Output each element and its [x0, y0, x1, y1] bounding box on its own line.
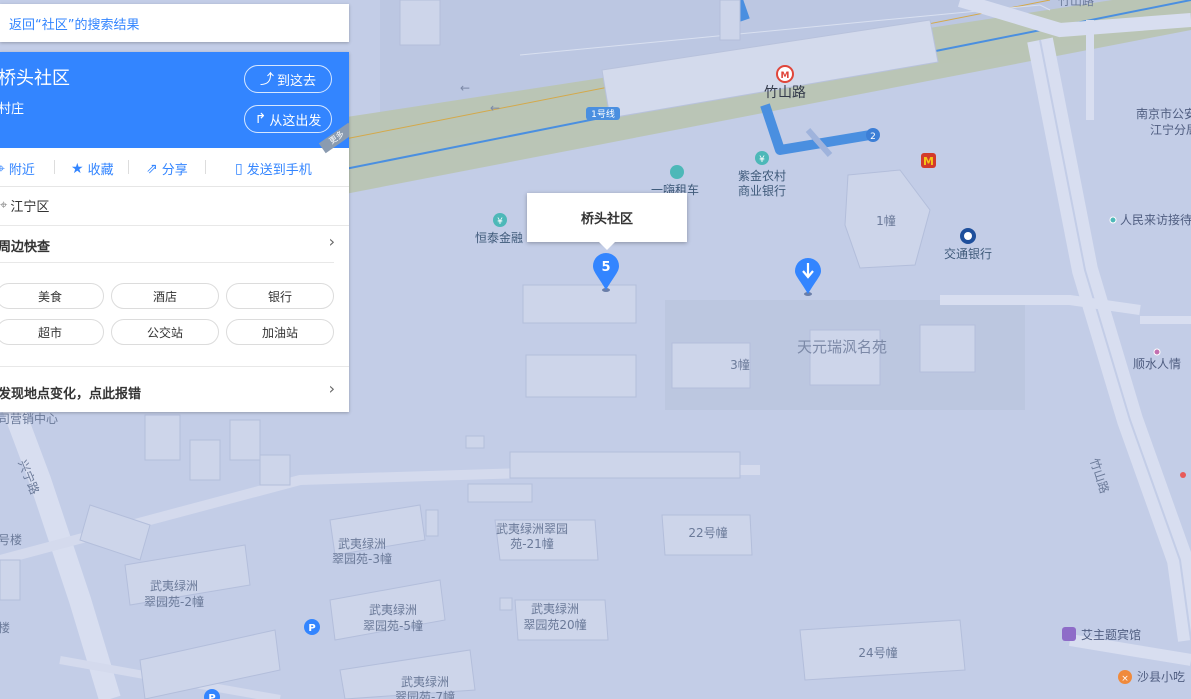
report-error-link[interactable]: 发现地点变化，点此报错 — [0, 383, 141, 402]
w7-label-2: 翠园苑-7幢 — [395, 689, 455, 699]
svg-text:P: P — [208, 693, 215, 699]
left-fragment-1: 号楼 — [0, 532, 22, 547]
w20-label-1: 武夷绿洲 — [531, 601, 579, 616]
w21-label-2: 苑-21幢 — [510, 536, 554, 551]
svg-text:←: ← — [460, 81, 470, 95]
w5-label-2: 翠园苑-5幢 — [363, 618, 423, 633]
svg-text:M: M — [781, 71, 790, 81]
action-divider — [54, 160, 55, 174]
visit-label: 人民来访接待 — [1120, 212, 1191, 227]
action-divider — [205, 160, 206, 174]
station-name[interactable]: 竹山路 — [764, 85, 806, 101]
police-label-2: 江宁分局 — [1150, 122, 1191, 137]
hengtai-label: 恒泰金融 — [475, 230, 523, 245]
place-panel: 桥头社区 村庄 ⤴ 到这去 ↱ 从这出发 更多 ⌖ 附近 ★ 收藏 ⇗ 分享 ▯… — [0, 52, 349, 412]
tag-bus-stop[interactable]: 公交站 — [111, 319, 219, 345]
location-pin-icon: ⌖ — [0, 160, 5, 177]
favorite-button[interactable]: ★ 收藏 — [71, 159, 114, 179]
route-from-button[interactable]: ↱ 从这出发 — [244, 105, 332, 133]
place-category: 村庄 — [0, 102, 25, 117]
shunshui-label: 顺水人情 — [1133, 357, 1181, 371]
divider — [0, 262, 334, 263]
place-name: 桥头社区 — [0, 68, 70, 89]
nearby-button[interactable]: ⌖ 附近 — [0, 159, 35, 179]
svg-text:×: × — [1121, 674, 1129, 684]
w21-label-1: 武夷绿洲翠园 — [496, 521, 568, 536]
svg-text:¥: ¥ — [759, 155, 765, 165]
w7-label-1: 武夷绿洲 — [401, 674, 449, 689]
send-to-phone-label: 发送到手机 — [246, 163, 312, 178]
road-top-label: 竹山路 — [1058, 0, 1094, 8]
chevron-right-icon[interactable]: › — [329, 232, 335, 251]
zijin-bank-label-1: 紫金农村 — [738, 168, 786, 183]
w3-label-1: 武夷绿洲 — [338, 536, 386, 551]
tag-supermarket[interactable]: 超市 — [0, 319, 104, 345]
b22-label: 22号幢 — [688, 525, 727, 540]
svg-text:P: P — [308, 623, 315, 634]
back-to-results-link[interactable]: 返回“社区”的搜索结果 — [9, 14, 139, 33]
favorite-label: 收藏 — [87, 163, 114, 178]
map-pin-icon: ⌖ — [0, 198, 8, 213]
tag-bank[interactable]: 银行 — [226, 283, 334, 309]
w20-label-2: 翠园苑20幢 — [523, 617, 586, 632]
route-to-icon: ⤴ — [259, 72, 274, 88]
b24-label: 24号幢 — [858, 645, 897, 660]
route-to-button[interactable]: ⤴ 到这去 — [244, 65, 332, 93]
w2-label-1: 武夷绿洲 — [150, 578, 198, 593]
hotel-label: 艾主题宾馆 — [1081, 627, 1141, 642]
district-row: ⌖ 江宁区 — [0, 196, 49, 215]
metro-line-label: 1号线 — [591, 108, 615, 120]
svg-text:←: ← — [490, 101, 500, 115]
svg-text:¥: ¥ — [497, 217, 503, 227]
divider — [0, 366, 349, 367]
place-header: 桥头社区 村庄 ⤴ 到这去 ↱ 从这出发 更多 — [0, 52, 349, 154]
action-bar: ⌖ 附近 ★ 收藏 ⇗ 分享 ▯ 发送到手机 — [0, 148, 349, 187]
zijin-bank-label-2: 商业银行 — [738, 183, 786, 198]
district-label: 江宁区 — [10, 200, 50, 215]
bocom-label: 交通银行 — [944, 246, 992, 261]
callout-title: 桥头社区 — [580, 212, 633, 227]
tag-gas-station[interactable]: 加油站 — [226, 319, 334, 345]
w2-label-2: 翠园苑-2幢 — [144, 594, 204, 609]
left-fragment-2: 楼 — [0, 620, 10, 635]
back-bar: 返回“社区”的搜索结果 — [0, 4, 349, 42]
phone-icon: ▯ — [235, 160, 243, 177]
metro-exit-label: 2 — [870, 132, 876, 142]
building-3-label: 3幢 — [730, 357, 750, 372]
tag-food[interactable]: 美食 — [0, 283, 104, 309]
tianyuan-label: 天元瑞沨名苑 — [797, 338, 887, 356]
route-from-icon: ↱ — [254, 111, 267, 127]
action-divider — [128, 160, 129, 174]
route-from-label: 从这出发 — [269, 113, 322, 129]
snack-label: 沙县小吃 — [1137, 670, 1185, 684]
marker-number: 5 — [601, 260, 610, 275]
w5-label-1: 武夷绿洲 — [369, 602, 417, 617]
share-icon: ⇗ — [146, 160, 158, 177]
nearby-label: 附近 — [8, 163, 35, 178]
tag-hotel[interactable]: 酒店 — [111, 283, 219, 309]
divider — [0, 225, 349, 226]
car-rental-icon[interactable] — [670, 165, 684, 179]
w3-label-2: 翠园苑-3幢 — [332, 551, 392, 566]
share-button[interactable]: ⇗ 分享 — [146, 159, 188, 179]
nearby-search-title: 周边快查 — [0, 240, 51, 255]
marker-callout[interactable]: 桥头社区 — [527, 193, 687, 250]
route-to-label: 到这去 — [276, 73, 316, 89]
share-label: 分享 — [161, 163, 188, 178]
send-to-phone-button[interactable]: ▯ 发送到手机 — [235, 159, 312, 179]
star-icon: ★ — [71, 160, 84, 177]
building-1-label: 1幢 — [876, 213, 896, 228]
marketing-label: 司营销中心 — [0, 411, 58, 426]
police-label-1: 南京市公安 — [1136, 106, 1191, 121]
svg-text:M: M — [923, 155, 934, 168]
hotel-icon[interactable] — [1062, 627, 1076, 641]
chevron-right-icon[interactable]: › — [329, 379, 335, 398]
